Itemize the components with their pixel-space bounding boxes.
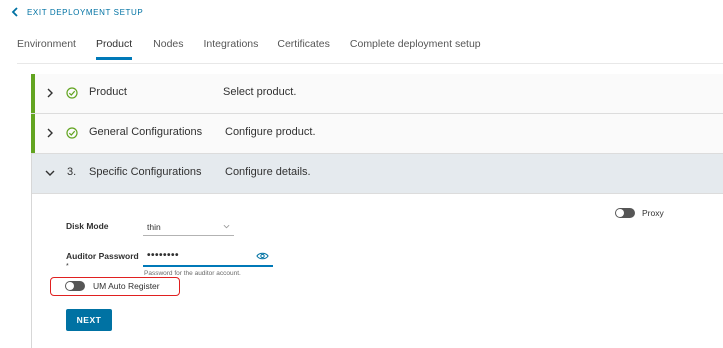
tab-product[interactable]: Product	[95, 38, 133, 60]
chevron-right-icon	[47, 88, 53, 98]
tab-integrations[interactable]: Integrations	[204, 38, 259, 60]
disk-mode-value: thin	[147, 222, 161, 232]
auditor-password-label: Auditor Password	[66, 251, 139, 261]
stepper: Product Select product. General Configur…	[31, 74, 723, 348]
step-description: Configure details.	[225, 166, 311, 178]
step-description: Configure product.	[225, 126, 316, 138]
tabs-divider	[17, 63, 723, 64]
step-number: 3.	[67, 166, 77, 178]
step-title: Product	[89, 86, 127, 98]
tab-bar: Environment Product Nodes Integrations C…	[17, 38, 481, 62]
step-complete-bar	[31, 74, 35, 113]
step-complete-bar	[31, 114, 35, 153]
password-value: ••••••••	[147, 250, 180, 261]
tab-nodes[interactable]: Nodes	[153, 38, 183, 60]
eye-icon[interactable]	[256, 251, 269, 261]
disk-mode-label: Disk Mode	[66, 221, 109, 231]
tab-environment[interactable]: Environment	[17, 38, 76, 60]
tab-certificates[interactable]: Certificates	[277, 38, 330, 60]
check-circle-icon	[66, 127, 78, 139]
auditor-password-input[interactable]: ••••••••	[143, 248, 273, 267]
step-title: Specific Configurations	[89, 166, 202, 178]
proxy-toggle[interactable]	[615, 208, 635, 218]
step-specific-configurations[interactable]: 3. Specific Configurations Configure det…	[32, 154, 723, 194]
step-product[interactable]: Product Select product.	[31, 74, 723, 114]
exit-deployment-setup-link[interactable]: EXIT DEPLOYMENT SETUP	[10, 5, 143, 19]
exit-label: EXIT DEPLOYMENT SETUP	[27, 7, 144, 17]
chevron-down-icon	[223, 224, 230, 229]
chevron-left-icon	[11, 7, 18, 17]
step-title: General Configurations	[89, 126, 203, 138]
chevron-down-icon	[45, 170, 55, 176]
step-description: Select product.	[223, 86, 297, 98]
chevron-right-icon	[47, 128, 53, 138]
required-mark: *	[66, 263, 69, 270]
proxy-label: Proxy	[642, 208, 664, 218]
next-button[interactable]: NEXT	[66, 309, 112, 331]
password-helper-text: Password for the auditor account.	[144, 270, 241, 277]
step-general-configurations[interactable]: General Configurations Configure product…	[31, 114, 723, 154]
check-circle-icon	[66, 87, 78, 99]
tab-complete-deployment-setup[interactable]: Complete deployment setup	[350, 38, 481, 60]
disk-mode-select[interactable]: thin	[143, 218, 234, 236]
um-auto-register-label: UM Auto Register	[93, 281, 160, 291]
um-auto-register-toggle[interactable]	[65, 281, 85, 291]
